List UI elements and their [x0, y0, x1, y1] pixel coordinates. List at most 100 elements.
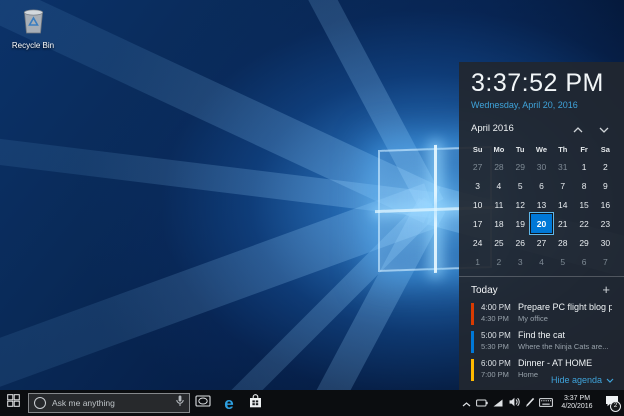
calendar-day[interactable]: 3 [510, 252, 531, 271]
recycle-bin-label: Recycle Bin [8, 41, 58, 50]
search-input[interactable]: Ask me anything [28, 393, 190, 413]
calendar-day[interactable]: 28 [552, 233, 573, 252]
agenda-list: 4:00 PM 4:30 PM Prepare PC flight blog p… [471, 302, 612, 381]
calendar-day[interactable]: 6 [531, 176, 552, 195]
start-button[interactable] [0, 390, 27, 416]
calendar-day[interactable]: 10 [467, 195, 488, 214]
event-end-time: 4:30 PM [481, 313, 518, 324]
calendar-day[interactable]: 14 [552, 195, 573, 214]
calendar-day[interactable]: 1 [467, 252, 488, 271]
light-beam [0, 70, 434, 218]
agenda-event[interactable]: 5:00 PM 5:30 PM Find the cat Where the N… [471, 330, 612, 353]
pen-icon [525, 394, 535, 412]
network-tray-button[interactable] [490, 390, 506, 416]
event-title: Dinner - AT HOME [518, 358, 612, 369]
desktop-screen: Recycle Bin 3:37:52 PM Wednesday, April … [0, 0, 624, 416]
calendar-day[interactable]: 11 [488, 195, 509, 214]
calendar-day[interactable]: 2 [488, 252, 509, 271]
calendar-day[interactable]: 8 [573, 176, 594, 195]
notification-count-badge: 2 [610, 401, 621, 412]
calendar-day[interactable]: 4 [531, 252, 552, 271]
tray-date: 4/20/2016 [557, 403, 597, 412]
calendar-day[interactable]: 3 [467, 176, 488, 195]
calendar-day[interactable]: 30 [595, 233, 616, 252]
calendar-day[interactable]: 21 [552, 214, 573, 233]
event-start-time: 5:00 PM [481, 330, 518, 341]
weekday-label: Mo [488, 143, 509, 157]
network-icon [493, 394, 503, 412]
calendar-day[interactable]: 19 [510, 214, 531, 233]
weekday-label: Tu [510, 143, 531, 157]
event-color-bar [471, 331, 474, 353]
calendar-day[interactable]: 25 [488, 233, 509, 252]
calendar-day[interactable]: 2 [595, 157, 616, 176]
edge-browser-button[interactable]: e [216, 390, 242, 416]
edge-icon: e [224, 395, 233, 412]
recycle-bin-icon [21, 21, 46, 38]
calendar-day[interactable]: 22 [573, 214, 594, 233]
microphone-icon[interactable] [176, 394, 184, 412]
taskbar: Ask me anything e [0, 390, 624, 416]
calendar-day[interactable]: 4 [488, 176, 509, 195]
calendar-day[interactable]: 23 [595, 214, 616, 233]
calendar-next-month-button[interactable] [598, 124, 610, 134]
event-color-bar [471, 303, 474, 325]
calendar-day[interactable]: 30 [531, 157, 552, 176]
calendar-day[interactable]: 15 [573, 195, 594, 214]
task-view-icon [195, 394, 211, 412]
chevron-up-icon [462, 394, 471, 412]
weekday-label: Th [552, 143, 573, 157]
store-button[interactable] [242, 390, 268, 416]
calendar-day[interactable]: 5 [552, 252, 573, 271]
calendar-day[interactable]: 17 [467, 214, 488, 233]
agenda-event[interactable]: 4:00 PM 4:30 PM Prepare PC flight blog p… [471, 302, 612, 325]
calendar-day[interactable]: 27 [467, 157, 488, 176]
calendar-day[interactable]: 5 [510, 176, 531, 195]
system-tray: 3:37 PM 4/20/2016 2 [458, 390, 624, 416]
action-center-button[interactable]: 2 [600, 390, 624, 416]
current-date-link[interactable]: Wednesday, April 20, 2016 [471, 100, 612, 110]
calendar-prev-month-button[interactable] [572, 124, 584, 134]
hide-agenda-label: Hide agenda [551, 375, 602, 385]
hide-agenda-link[interactable]: Hide agenda [551, 375, 614, 385]
calendar-day[interactable]: 18 [488, 214, 509, 233]
calendar-day[interactable]: 28 [488, 157, 509, 176]
event-location: Where the Ninja Cats are... [518, 341, 612, 352]
volume-tray-button[interactable] [506, 390, 522, 416]
tray-time: 3:37 PM [557, 395, 597, 404]
calendar-day[interactable]: 9 [595, 176, 616, 195]
calendar-day[interactable]: 13 [531, 195, 552, 214]
event-end-time: 5:30 PM [481, 341, 518, 352]
calendar-day[interactable]: 6 [573, 252, 594, 271]
touch-keyboard-button[interactable] [538, 390, 554, 416]
calendar-day[interactable]: 7 [552, 176, 573, 195]
calendar-day-selected[interactable]: 20 [531, 214, 552, 233]
chevron-down-icon [599, 120, 609, 138]
calendar-day[interactable]: 29 [510, 157, 531, 176]
clock-calendar-flyout: 3:37:52 PM Wednesday, April 20, 2016 Apr… [459, 62, 624, 390]
calendar-day[interactable]: 16 [595, 195, 616, 214]
calendar-day[interactable]: 31 [552, 157, 573, 176]
light-beam [0, 183, 440, 416]
event-end-time: 7:00 PM [481, 369, 518, 380]
tray-clock[interactable]: 3:37 PM 4/20/2016 [557, 395, 597, 412]
weekday-row: SuMoTuWeThFrSa [467, 143, 616, 157]
windows-logo-icon [7, 394, 20, 412]
calendar-day[interactable]: 1 [573, 157, 594, 176]
event-title: Prepare PC flight blog post [518, 302, 612, 313]
task-view-button[interactable] [190, 390, 216, 416]
calendar-day[interactable]: 29 [573, 233, 594, 252]
add-event-button[interactable]: + [602, 284, 612, 296]
weekday-label: Fr [573, 143, 594, 157]
calendar-day[interactable]: 7 [595, 252, 616, 271]
show-hidden-icons-button[interactable] [458, 390, 474, 416]
calendar-day[interactable]: 24 [467, 233, 488, 252]
store-bag-icon [249, 394, 262, 413]
windows-ink-button[interactable] [522, 390, 538, 416]
calendar-day[interactable]: 27 [531, 233, 552, 252]
battery-tray-button[interactable] [474, 390, 490, 416]
calendar-month-label: April 2016 [471, 123, 572, 134]
calendar-day[interactable]: 26 [510, 233, 531, 252]
recycle-bin-shortcut[interactable]: Recycle Bin [8, 7, 58, 50]
calendar-day[interactable]: 12 [510, 195, 531, 214]
